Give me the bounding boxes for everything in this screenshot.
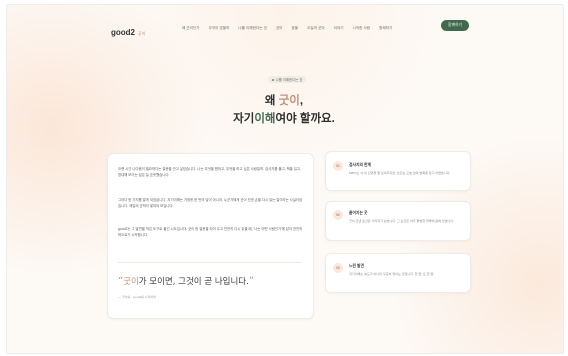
nav-item[interactable]: 시작한 사람 (353, 26, 371, 31)
hero-subtitle-accent: 이해 (254, 113, 276, 125)
hero-subtitle-post: 여야 할까요. (275, 113, 335, 125)
reason-title: 검사지의 한계 (349, 163, 372, 167)
brand-name: good2 (111, 28, 135, 37)
nav-item[interactable]: 함께하기 (379, 26, 392, 31)
reason-description: MBTI는 '나'의 단면을 잘 보여주지만, 흐르는 오늘 삶의 변화를 담기… (349, 171, 451, 175)
cta-button[interactable]: 함께하기 (441, 20, 469, 31)
nav-item[interactable]: 나를 이해한다는 것 (238, 26, 266, 31)
hero-title-accent: 굿이 (278, 95, 300, 107)
nav-item[interactable]: 이야기 (334, 26, 344, 31)
reason-title: 느린 발견 (349, 264, 365, 268)
reason-number-badge: 01 (333, 161, 343, 171)
top-nav: 왜 굿이인가 무엇이 맞을까 나를 이해한다는 것 굿이 효율 오늘의 굿이 이… (182, 26, 392, 31)
reason-title: 흩어지는 굿 (349, 211, 368, 215)
hero-subtitle-pre: 자기 (233, 113, 255, 125)
pull-quote: “굿이가 모이면, 그것이 곧 나입니다.” (118, 275, 254, 287)
pull-quote-text: 가 모이면, 그것이 곧 나입니다. (138, 277, 249, 287)
section-badge-label: 나를 이해한다는 것 (275, 78, 303, 82)
nav-item[interactable]: 무엇이 맞을까 (209, 26, 230, 31)
hero-subtitle: 자기이해여야 할까요. (0, 110, 568, 126)
nav-item[interactable]: 오늘의 굿이 (307, 26, 325, 31)
divider (118, 262, 302, 263)
story-paragraph: 오랜 시간 나다움이 필요하다는 질문을 안고 살았습니다. 나는 무엇을 원하… (118, 167, 301, 178)
quote-attribution: — 굿이를 · good2를 시작하며 (118, 295, 156, 299)
hero-title-pre: 왜 (264, 95, 279, 107)
reason-number-badge: 03 (333, 263, 343, 273)
brand-logo[interactable]: good2 굿이 (111, 28, 145, 37)
reason-description: 굿이 건넨 순간은 사라지기 쉽습니다. 그 순간은 아주 평범한 하루에 묻혀… (349, 219, 455, 223)
story-paragraph: good2는 그 발견을 작은 도구로 옮긴 시도입니다. 굿이 한 질문을 되… (118, 227, 303, 238)
reason-number-badge: 02 (333, 210, 343, 220)
nav-item[interactable]: 굿이 (276, 26, 283, 31)
nav-item[interactable]: 효율 (291, 26, 298, 31)
section-badge: 나를 이해한다는 것 (268, 76, 306, 83)
hero-title: 왜 굿이, (0, 92, 568, 108)
quote-mark-icon: ” (248, 276, 254, 287)
story-paragraph: 그러다 한 가지를 알게 되었습니다. 자기이해는 거창한 한 번의 답이 아니… (118, 198, 303, 209)
dot-icon (271, 78, 274, 81)
hero-title-post: , (299, 95, 304, 107)
nav-item[interactable]: 왜 굿이인가 (182, 26, 200, 31)
pull-quote-accent: 굿이 (123, 277, 139, 287)
reason-description: 자기이해는 속도가 아니라 꾸준히 쌓이는 것입니다. 한 줄, 또 한 줄. (349, 272, 435, 276)
brand-mark: 굿이 (138, 31, 146, 36)
